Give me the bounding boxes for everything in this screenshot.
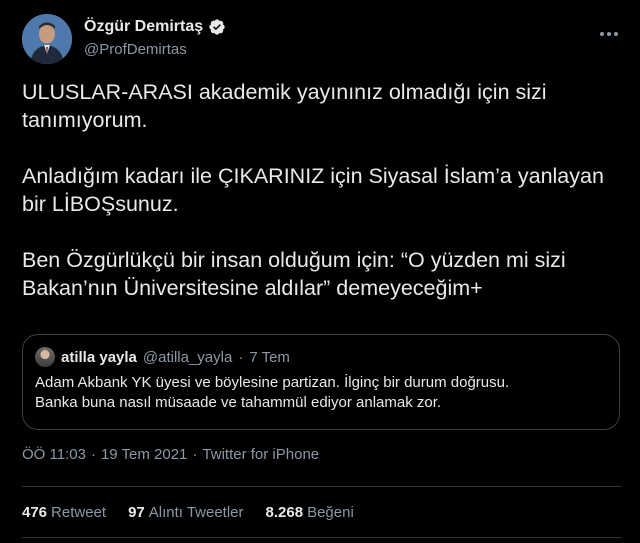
- quoted-author-handle: @atilla_yayla: [142, 348, 233, 366]
- likes-stat[interactable]: 8.268 Beğeni: [266, 504, 354, 521]
- divider: [22, 486, 622, 487]
- tweet-paragraph: ULUSLAR-ARASI akademik yayınınız olmadığ…: [22, 80, 547, 132]
- likes-count: 8.268: [265, 504, 304, 521]
- quoted-separator: ·: [238, 348, 244, 366]
- author-avatar[interactable]: [22, 14, 72, 64]
- author-info: Özgür Demirtaş @ProfDemirtas: [84, 18, 226, 58]
- profile-photo-icon: [22, 14, 72, 64]
- author-handle[interactable]: @ProfDemirtas: [84, 41, 226, 58]
- tweet-timestamp-row: ÖÖ 11:03 · 19 Tem 2021 · Twitter for iPhone: [22, 446, 319, 463]
- retweets-stat[interactable]: 476 Retweet: [22, 504, 106, 521]
- tweet-stats: 476 Retweet 97 Alıntı Tweetler 8.268 Beğeni: [22, 504, 354, 521]
- tweet-header: Özgür Demirtaş @ProfDemirtas: [22, 14, 626, 70]
- quote-tweets-stat[interactable]: 97 Alıntı Tweetler: [128, 504, 243, 521]
- quoted-tweet-line: Adam Akbank YK üyesi ve böylesine partiz…: [35, 374, 510, 391]
- quoted-author-name: atilla yayla: [61, 348, 137, 366]
- verified-badge-icon: [209, 19, 225, 35]
- divider: [22, 537, 622, 538]
- tweet-paragraph: Anladığım kadarı ile ÇIKARINIZ için Siya…: [22, 164, 604, 216]
- quoted-tweet-line: Banka buna nasıl müsaade ve tahammül edi…: [35, 394, 442, 411]
- meta-separator: ·: [192, 446, 198, 463]
- quoted-author-avatar: [35, 347, 55, 367]
- quoted-tweet[interactable]: atilla yayla @atilla_yayla · 7 Tem Adam …: [22, 334, 620, 430]
- tweet-paragraph: Ben Özgürlükçü bir insan olduğum için: “…: [22, 248, 566, 300]
- more-options-icon[interactable]: [598, 24, 620, 44]
- tweet-time[interactable]: ÖÖ 11:03: [22, 446, 86, 463]
- quoted-tweet-header: atilla yayla @atilla_yayla · 7 Tem: [35, 347, 607, 367]
- tweet-card: Özgür Demirtaş @ProfDemirtas ULUSLAR-ARA…: [0, 0, 640, 543]
- quote-tweets-label: Alıntı Tweetler: [148, 504, 244, 521]
- tweet-date[interactable]: 19 Tem 2021: [101, 446, 187, 463]
- likes-label: Beğeni: [307, 504, 354, 521]
- quote-tweets-count: 97: [128, 504, 145, 521]
- retweets-label: Retweet: [51, 504, 107, 521]
- tweet-text: ULUSLAR-ARASI akademik yayınınız olmadığ…: [22, 78, 622, 302]
- author-name-row: Özgür Demirtaş: [84, 18, 226, 36]
- retweets-count: 476: [22, 504, 48, 521]
- author-display-name[interactable]: Özgür Demirtaş: [84, 18, 203, 36]
- meta-separator: ·: [90, 446, 96, 463]
- tweet-source[interactable]: Twitter for iPhone: [202, 446, 319, 463]
- quoted-tweet-text: Adam Akbank YK üyesi ve böylesine partiz…: [35, 373, 607, 413]
- quoted-tweet-time: 7 Tem: [249, 348, 290, 366]
